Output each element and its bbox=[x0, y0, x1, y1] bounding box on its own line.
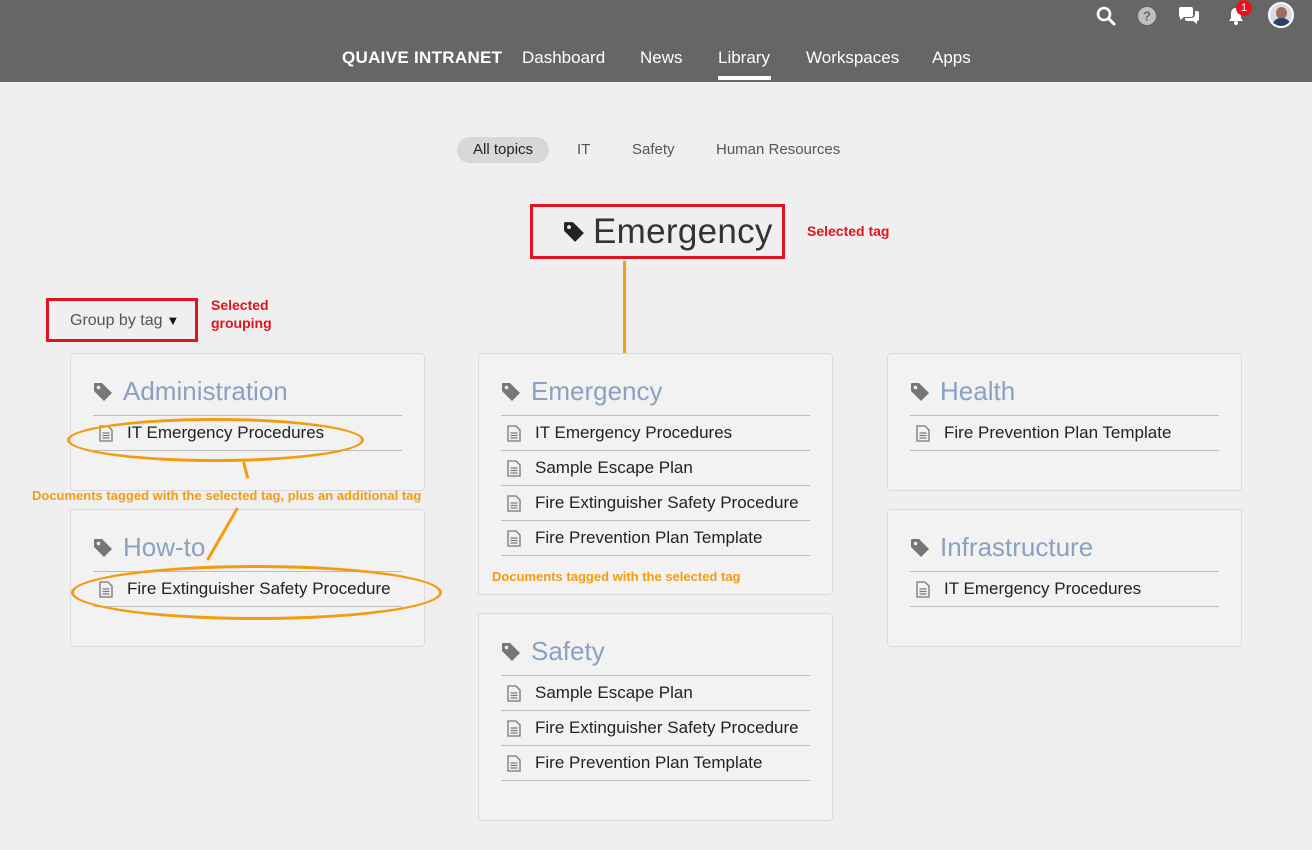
document-item[interactable]: Fire Prevention Plan Template bbox=[910, 416, 1219, 451]
help-icon[interactable]: ? bbox=[1135, 4, 1159, 28]
document-item[interactable]: Sample Escape Plan bbox=[501, 676, 810, 711]
document-icon bbox=[507, 684, 521, 702]
document-icon bbox=[916, 424, 930, 442]
document-title: Fire Prevention Plan Template bbox=[944, 423, 1172, 442]
document-title: Sample Escape Plan bbox=[535, 683, 693, 702]
document-icon bbox=[507, 754, 521, 772]
tag-icon bbox=[94, 382, 112, 401]
tag-group-title[interactable]: Safety bbox=[531, 636, 605, 667]
document-title: Fire Extinguisher Safety Procedure bbox=[535, 493, 799, 512]
annotation-selected-tag-label: Selected tag bbox=[807, 223, 890, 239]
tag-icon bbox=[911, 538, 929, 557]
document-icon bbox=[507, 459, 521, 477]
tag-group-card: Emergency IT Emergency Procedures Sample… bbox=[478, 353, 833, 595]
tag-group-card: Health Fire Prevention Plan Template bbox=[887, 353, 1242, 491]
annotation-selected-tag-docs-label: Documents tagged with the selected tag bbox=[492, 569, 741, 584]
nav-item-dashboard[interactable]: Dashboard bbox=[522, 48, 605, 68]
topic-it[interactable]: IT bbox=[577, 137, 590, 163]
tag-group-card: Infrastructure IT Emergency Procedures bbox=[887, 509, 1242, 647]
nav-active-indicator bbox=[718, 76, 771, 80]
tag-group-title[interactable]: Health bbox=[940, 376, 1015, 407]
nav-item-news[interactable]: News bbox=[640, 48, 683, 68]
tag-icon bbox=[911, 382, 929, 401]
nav-item-library[interactable]: Library bbox=[718, 48, 770, 68]
document-item[interactable]: Fire Extinguisher Safety Procedure bbox=[501, 711, 810, 746]
nav-item-workspaces[interactable]: Workspaces bbox=[806, 48, 899, 68]
topic-human-resources[interactable]: Human Resources bbox=[716, 137, 840, 163]
topic-all[interactable]: All topics bbox=[457, 137, 550, 163]
document-icon bbox=[507, 494, 521, 512]
document-item[interactable]: Sample Escape Plan bbox=[501, 451, 810, 486]
document-item[interactable]: Fire Extinguisher Safety Procedure bbox=[501, 486, 810, 521]
document-item[interactable]: Fire Prevention Plan Template bbox=[501, 521, 810, 556]
topic-safety[interactable]: Safety bbox=[632, 137, 675, 163]
annotation-grouping-box bbox=[46, 298, 198, 342]
chat-icon[interactable] bbox=[1177, 4, 1201, 28]
document-icon bbox=[507, 529, 521, 547]
document-icon bbox=[916, 580, 930, 598]
notification-badge: 1 bbox=[1236, 0, 1252, 16]
document-title: Fire Extinguisher Safety Procedure bbox=[535, 718, 799, 737]
document-title: Sample Escape Plan bbox=[535, 458, 693, 477]
search-icon[interactable] bbox=[1094, 4, 1118, 28]
annotation-ellipse-how-to bbox=[71, 565, 442, 620]
document-item[interactable]: IT Emergency Procedures bbox=[910, 572, 1219, 607]
document-title: IT Emergency Procedures bbox=[944, 579, 1142, 598]
document-item[interactable]: Fire Prevention Plan Template bbox=[501, 746, 810, 781]
main-navigation: QUAIVE INTRANET Dashboard News Library W… bbox=[0, 48, 1312, 72]
user-avatar[interactable] bbox=[1268, 2, 1294, 28]
top-bar: ? 1 QUAIVE INTRANET Dashboard News Libra… bbox=[0, 0, 1312, 82]
annotation-additional-tag-label: Documents tagged with the selected tag, … bbox=[32, 488, 422, 503]
document-item[interactable]: IT Emergency Procedures bbox=[501, 416, 810, 451]
annotation-grouping-label: Selected grouping bbox=[211, 297, 272, 331]
tag-group-title[interactable]: Infrastructure bbox=[940, 532, 1093, 563]
tag-group-title[interactable]: How-to bbox=[123, 532, 205, 563]
document-title: Fire Prevention Plan Template bbox=[535, 753, 763, 772]
annotation-ellipse-administration bbox=[67, 418, 364, 462]
tag-group-card: Safety Sample Escape Plan Fire Extinguis… bbox=[478, 613, 833, 821]
svg-text:?: ? bbox=[1143, 9, 1151, 24]
tag-icon bbox=[502, 382, 520, 401]
annotation-selected-tag-box bbox=[530, 204, 785, 259]
document-icon bbox=[507, 719, 521, 737]
notifications-icon[interactable]: 1 bbox=[1224, 0, 1252, 28]
tag-icon bbox=[94, 538, 112, 557]
tag-icon bbox=[502, 642, 520, 661]
tag-group-title[interactable]: Administration bbox=[123, 376, 288, 407]
document-icon bbox=[507, 424, 521, 442]
tag-group-title[interactable]: Emergency bbox=[531, 376, 663, 407]
nav-brand[interactable]: QUAIVE INTRANET bbox=[342, 48, 502, 68]
document-title: Fire Prevention Plan Template bbox=[535, 528, 763, 547]
document-title: IT Emergency Procedures bbox=[535, 423, 733, 442]
nav-item-apps[interactable]: Apps bbox=[932, 48, 971, 68]
